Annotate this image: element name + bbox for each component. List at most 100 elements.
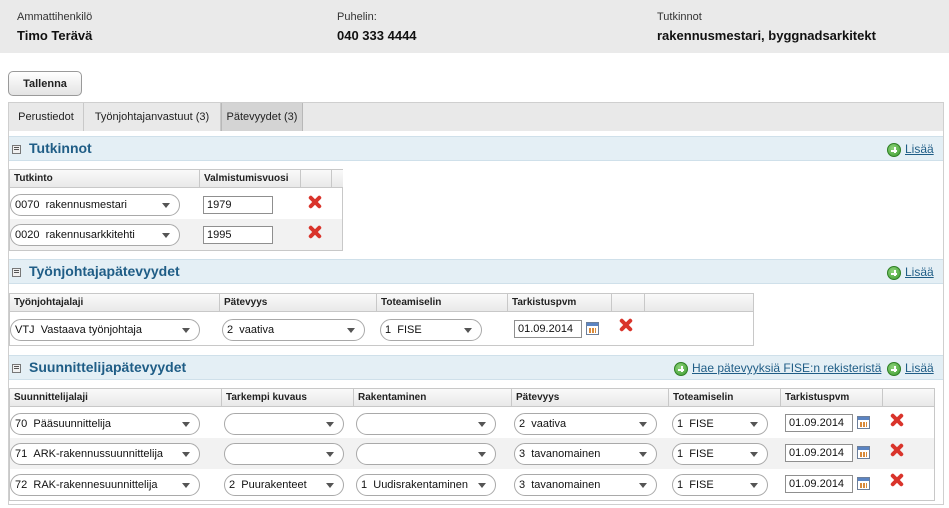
add-icon[interactable] <box>887 362 901 376</box>
select-code: VTJ <box>15 324 35 336</box>
rakentaminen-select[interactable]: 1 Uudisrakentaminen <box>356 474 496 496</box>
delete-icon[interactable] <box>890 473 904 487</box>
kuvaus-select[interactable] <box>224 443 344 465</box>
year-input[interactable]: 1979 <box>203 196 273 214</box>
column-header: Toteamiselin <box>377 294 508 312</box>
column-header: Pätevyys <box>512 389 669 407</box>
tab-tyonjohtajanvastuut[interactable]: Työnjohtajanvastuut (3) <box>84 103 221 132</box>
section-title: Tutkinnot <box>29 140 92 156</box>
collapse-icon[interactable] <box>12 268 21 277</box>
column-header-spacer <box>332 170 343 188</box>
tarkistuspvm-input[interactable]: 01.09.2014 <box>514 320 582 338</box>
rakentaminen-select[interactable] <box>356 413 496 435</box>
select-code: 3 <box>519 448 526 460</box>
toteamiselin-select[interactable]: 1 FISE <box>672 474 768 496</box>
chevron-down-icon <box>750 452 758 457</box>
tarkistuspvm-input[interactable]: 01.09.2014 <box>785 475 853 493</box>
year-input[interactable]: 1995 <box>203 226 273 244</box>
chevron-down-icon <box>478 452 486 457</box>
patevyys-select[interactable]: 3 tavanomainen <box>514 474 657 496</box>
add-icon[interactable] <box>674 362 688 376</box>
chevron-down-icon <box>750 422 758 427</box>
chevron-down-icon <box>639 422 647 427</box>
delete-icon[interactable] <box>619 318 633 332</box>
suunnittelijalaji-select[interactable]: 72 RAK-rakennesuunnittelija <box>10 474 200 496</box>
calendar-icon[interactable] <box>857 446 870 459</box>
patevyys-select[interactable]: 2 vaativa <box>514 413 657 435</box>
chevron-down-icon <box>639 452 647 457</box>
column-header: Tutkinto <box>10 170 200 188</box>
phone-label: Puhelin: <box>337 11 377 23</box>
column-header: Suunnittelijalaji <box>10 389 222 407</box>
column-header: Työnjohtajalaji <box>10 294 220 312</box>
collapse-icon[interactable] <box>12 145 21 154</box>
delete-icon[interactable] <box>308 195 322 209</box>
chevron-down-icon <box>326 452 334 457</box>
tutkinto-select[interactable]: 0020 rakennusarkkitehti <box>10 224 180 246</box>
calendar-icon[interactable] <box>857 477 870 490</box>
patevyys-select[interactable]: 2 vaativa <box>222 319 365 341</box>
chevron-down-icon <box>478 422 486 427</box>
person-label: Ammattihenkilö <box>17 11 93 23</box>
select-value: rakennusarkkitehti <box>45 229 135 241</box>
delete-icon[interactable] <box>890 443 904 457</box>
phone-value: 040 333 4444 <box>337 28 417 43</box>
chevron-down-icon <box>182 422 190 427</box>
toteamiselin-select[interactable]: 1 FISE <box>672 413 768 435</box>
add-suunnittelija-link[interactable]: Lisää <box>905 361 934 375</box>
select-code: 2 <box>227 324 234 336</box>
calendar-icon[interactable] <box>586 322 599 335</box>
section-header-tyonjohtaja: Työnjohtajapätevyydet Lisää <box>9 259 943 284</box>
add-tutkinto-link[interactable]: Lisää <box>905 142 934 156</box>
section-header-suunnittelija: Suunnittelijapätevyydet Hae pätevyyksiä … <box>9 355 943 380</box>
tab-perustiedot[interactable]: Perustiedot <box>9 103 84 132</box>
tarkistuspvm-input[interactable]: 01.09.2014 <box>785 444 853 462</box>
toteamiselin-select[interactable]: 1 FISE <box>672 443 768 465</box>
chevron-down-icon <box>347 328 355 333</box>
delete-icon[interactable] <box>308 225 322 239</box>
patevyys-select[interactable]: 3 tavanomainen <box>514 443 657 465</box>
kuvaus-select[interactable] <box>224 413 344 435</box>
select-code: 1 <box>677 479 684 491</box>
tarkistuspvm-input[interactable]: 01.09.2014 <box>785 414 853 432</box>
add-tyonjohtaja-link[interactable]: Lisää <box>905 265 934 279</box>
chevron-down-icon <box>326 483 334 488</box>
select-value: Uudisrakentaminen <box>373 479 469 491</box>
calendar-icon[interactable] <box>857 416 870 429</box>
add-icon[interactable] <box>887 143 901 157</box>
select-value: vaativa <box>531 418 567 430</box>
select-value: tavanomainen <box>531 448 601 460</box>
chevron-down-icon <box>182 483 190 488</box>
select-value: Vastaava työnjohtaja <box>40 324 142 336</box>
select-code: 0070 <box>15 199 40 211</box>
section-title: Suunnittelijapätevyydet <box>29 359 187 375</box>
select-value: FISE <box>397 324 422 336</box>
select-code: 2 <box>519 418 526 430</box>
select-value: FISE <box>689 448 714 460</box>
degrees-value: rakennusmestari, byggnadsarkitekt <box>657 28 876 43</box>
select-code: 1 <box>361 479 368 491</box>
person-name: Timo Terävä <box>17 28 93 43</box>
tyonjohtajalaji-select[interactable]: VTJ Vastaava työnjohtaja <box>10 319 200 341</box>
degrees-label: Tutkinnot <box>657 11 702 23</box>
save-button[interactable]: Tallenna <box>8 71 82 96</box>
column-header: Tarkistuspvm <box>508 294 612 312</box>
tutkinto-select[interactable]: 0070 rakennusmestari <box>10 194 180 216</box>
suunnittelijalaji-select[interactable]: 71 ARK-rakennussuunnittelija <box>10 443 200 465</box>
select-code: 70 <box>15 418 28 430</box>
select-value: tavanomainen <box>531 479 601 491</box>
column-header: Pätevyys <box>220 294 377 312</box>
rakentaminen-select[interactable] <box>356 443 496 465</box>
chevron-down-icon <box>750 483 758 488</box>
collapse-icon[interactable] <box>12 364 21 373</box>
column-header: Valmistumisvuosi <box>200 170 301 188</box>
tab-patevyydet[interactable]: Pätevyydet (3) <box>221 103 303 132</box>
kuvaus-select[interactable]: 2 Puurakenteet <box>224 474 344 496</box>
suunnittelijalaji-select[interactable]: 70 Pääsuunnittelija <box>10 413 200 435</box>
select-code: 1 <box>385 324 392 336</box>
fise-search-link[interactable]: Hae pätevyyksiä FISE:n rekisteristä <box>692 361 881 375</box>
add-icon[interactable] <box>887 266 901 280</box>
select-code: 0020 <box>15 229 40 241</box>
delete-icon[interactable] <box>890 413 904 427</box>
toteamiselin-select[interactable]: 1 FISE <box>380 319 482 341</box>
